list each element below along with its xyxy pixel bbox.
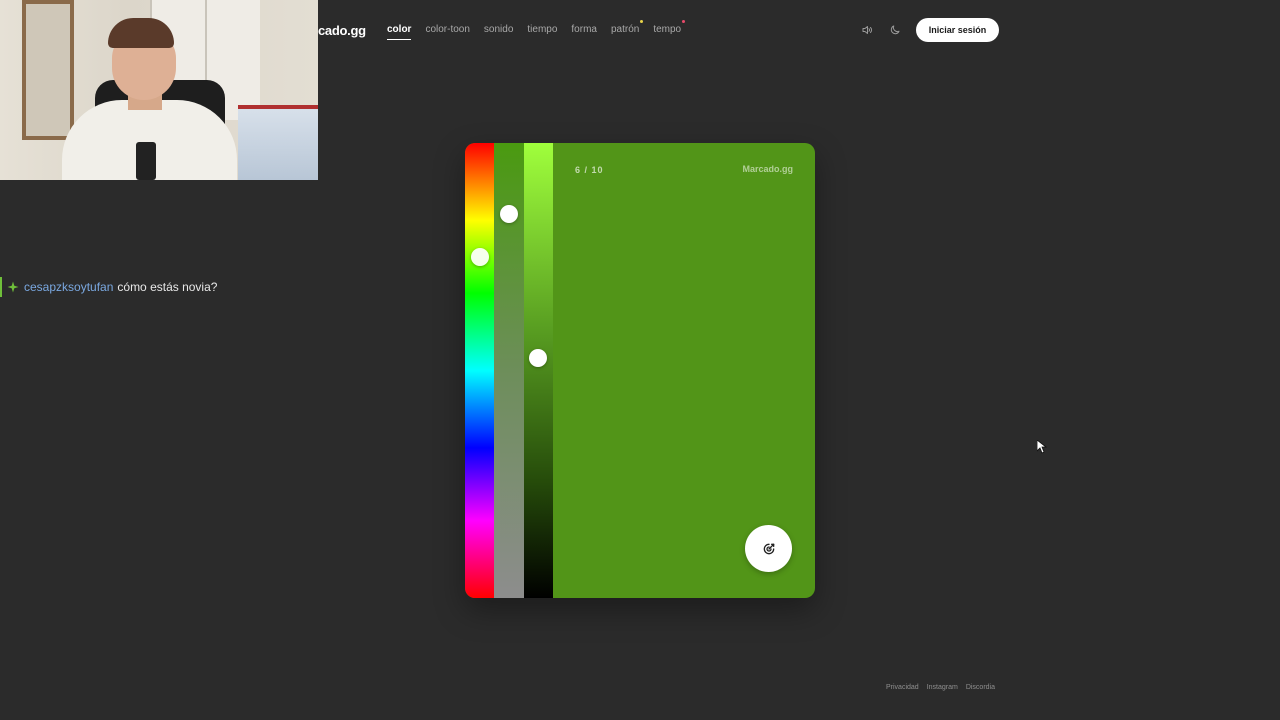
- nav-item-label: forma: [571, 24, 597, 35]
- saturation-slider-handle[interactable]: [500, 205, 518, 223]
- nav-item-color[interactable]: color: [387, 24, 412, 40]
- webcam-phone: [136, 142, 156, 180]
- moon-icon: [890, 25, 900, 35]
- nav-item-color-toon[interactable]: color-toon: [425, 24, 469, 40]
- speaker-icon: [862, 26, 873, 34]
- mouse-cursor-icon: [1037, 440, 1047, 454]
- login-button[interactable]: Iniciar sesión: [916, 18, 999, 42]
- lightness-slider-track[interactable]: [524, 143, 553, 598]
- webcam-bed: [238, 105, 318, 180]
- sparkle-icon: [7, 281, 19, 293]
- lightness-slider-handle[interactable]: [529, 349, 547, 367]
- sound-toggle-button[interactable]: [859, 22, 875, 38]
- nav-item-sonido[interactable]: sonido: [484, 24, 513, 40]
- nav-item-label: patrón: [610, 24, 640, 35]
- footer-links: Privacidad Instagram Discordia: [886, 684, 995, 691]
- nav-item-tempo[interactable]: tempo: [653, 20, 686, 40]
- main-nav: color color-toon sonido tiempo forma pat…: [387, 20, 686, 40]
- nav-item-tiempo[interactable]: tiempo: [527, 24, 557, 40]
- nav-item-label: color-toon: [425, 24, 470, 35]
- nav-item-label: color: [387, 24, 412, 35]
- submit-guess-button[interactable]: [745, 525, 792, 572]
- webcam-overlay: [0, 0, 318, 180]
- color-game-card: 6 / 10 Marcado.gg: [465, 143, 815, 598]
- nav-item-forma[interactable]: forma: [571, 24, 597, 40]
- theme-toggle-button[interactable]: [887, 22, 903, 38]
- chat-text: cómo estás novia?: [117, 280, 218, 294]
- new-indicator-dot: [682, 20, 686, 23]
- site-logo[interactable]: cado.gg: [318, 23, 366, 38]
- nav-item-label: tiempo: [527, 24, 558, 35]
- chat-message: cesapzksoytufan cómo estás novia?: [0, 277, 217, 297]
- chat-accent-bar: [0, 277, 2, 297]
- nav-item-patron[interactable]: patrón: [610, 20, 644, 40]
- chat-username[interactable]: cesapzksoytufan: [24, 280, 113, 294]
- hue-slider-handle[interactable]: [471, 248, 489, 266]
- footer-link-discord[interactable]: Discordia: [966, 684, 995, 691]
- page: cado.gg color color-toon sonido tiempo f…: [0, 0, 1280, 720]
- round-counter: 6 / 10: [575, 165, 604, 175]
- new-indicator-dot: [640, 20, 644, 23]
- footer-link-privacy[interactable]: Privacidad: [886, 684, 919, 691]
- webcam-door: [22, 0, 74, 140]
- webcam-person-cap: [108, 18, 174, 48]
- nav-item-label: tempo: [653, 24, 682, 35]
- nav-item-label: sonido: [483, 24, 514, 35]
- target-arrow-icon: [763, 543, 774, 554]
- card-watermark: Marcado.gg: [742, 164, 793, 174]
- footer-link-instagram[interactable]: Instagram: [927, 684, 958, 691]
- hue-slider-track[interactable]: [465, 143, 494, 598]
